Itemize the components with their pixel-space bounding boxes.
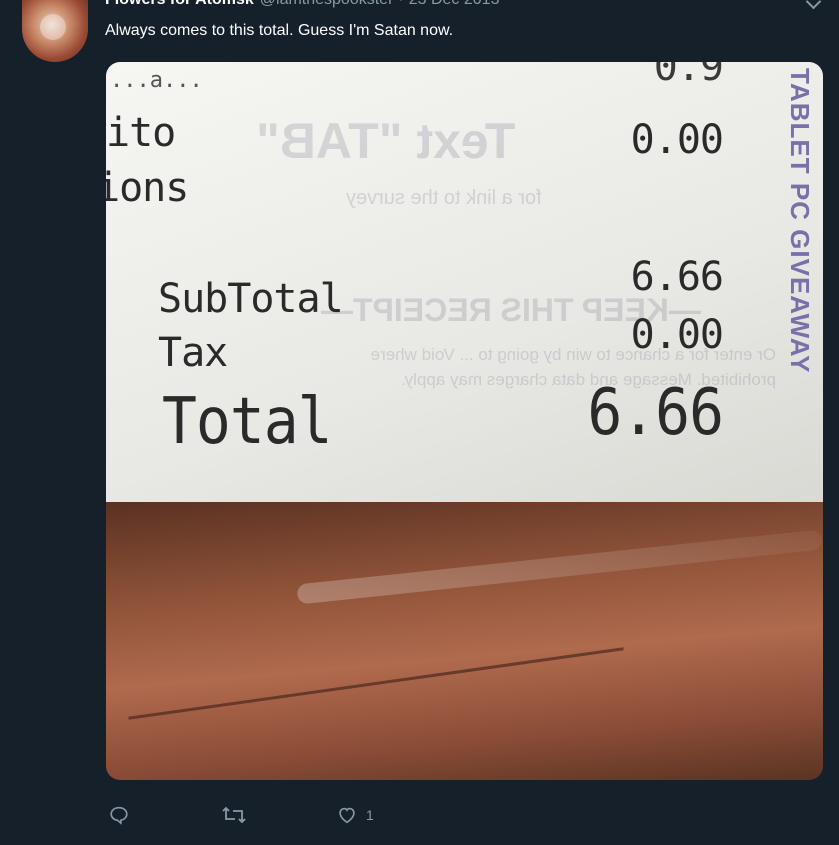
reply-button[interactable]	[108, 800, 130, 830]
like-count: 1	[366, 807, 374, 823]
total-label: Total	[162, 383, 333, 459]
tweet-header: Flowers for Atomsk @iamthespookster · 23 De…	[105, 0, 499, 9]
separator-dot: ·	[398, 0, 403, 8]
tax-value: 0.00	[630, 312, 724, 358]
retweet-icon	[222, 806, 246, 824]
tweet-date[interactable]: 23 Dec 2013	[409, 0, 500, 8]
receipt-photo: Text "TAB" for a link to the survey —KEE…	[106, 62, 823, 502]
receipt-side-banner: TABLET PC GIVEAWAY	[785, 68, 815, 374]
heart-icon	[339, 807, 355, 824]
subtotal-label: SubTotal	[158, 276, 344, 322]
subtotal-value: 6.66	[630, 254, 724, 300]
receipt-top-line: ...a...	[110, 68, 203, 93]
receipt-row-label: ions	[106, 165, 189, 211]
retweet-button[interactable]	[221, 800, 247, 830]
receipt-row-label: ito	[106, 110, 176, 156]
tweet-text: Always comes to this total. Guess I'm Sa…	[105, 22, 454, 39]
avatar[interactable]	[22, 0, 88, 62]
receipt-watermark: for a link to the survey	[346, 187, 542, 209]
receipt-watermark: Text "TAB"	[256, 113, 516, 169]
like-button[interactable]: 1	[336, 800, 374, 830]
tax-label: Tax	[158, 330, 228, 376]
total-value: 6.66	[587, 374, 724, 450]
tweet-photo[interactable]: Text "TAB" for a link to the survey —KEE…	[106, 62, 823, 780]
chevron-down-icon[interactable]	[805, 0, 822, 10]
reply-icon	[110, 806, 128, 825]
receipt-top-value: 0.9	[653, 62, 724, 90]
receipt-row-value: 0.00	[630, 117, 724, 163]
tweet-actions: 1	[108, 800, 508, 830]
user-handle[interactable]: @iamthespookster	[260, 0, 394, 8]
display-name[interactable]: Flowers for Atomsk	[105, 0, 254, 8]
